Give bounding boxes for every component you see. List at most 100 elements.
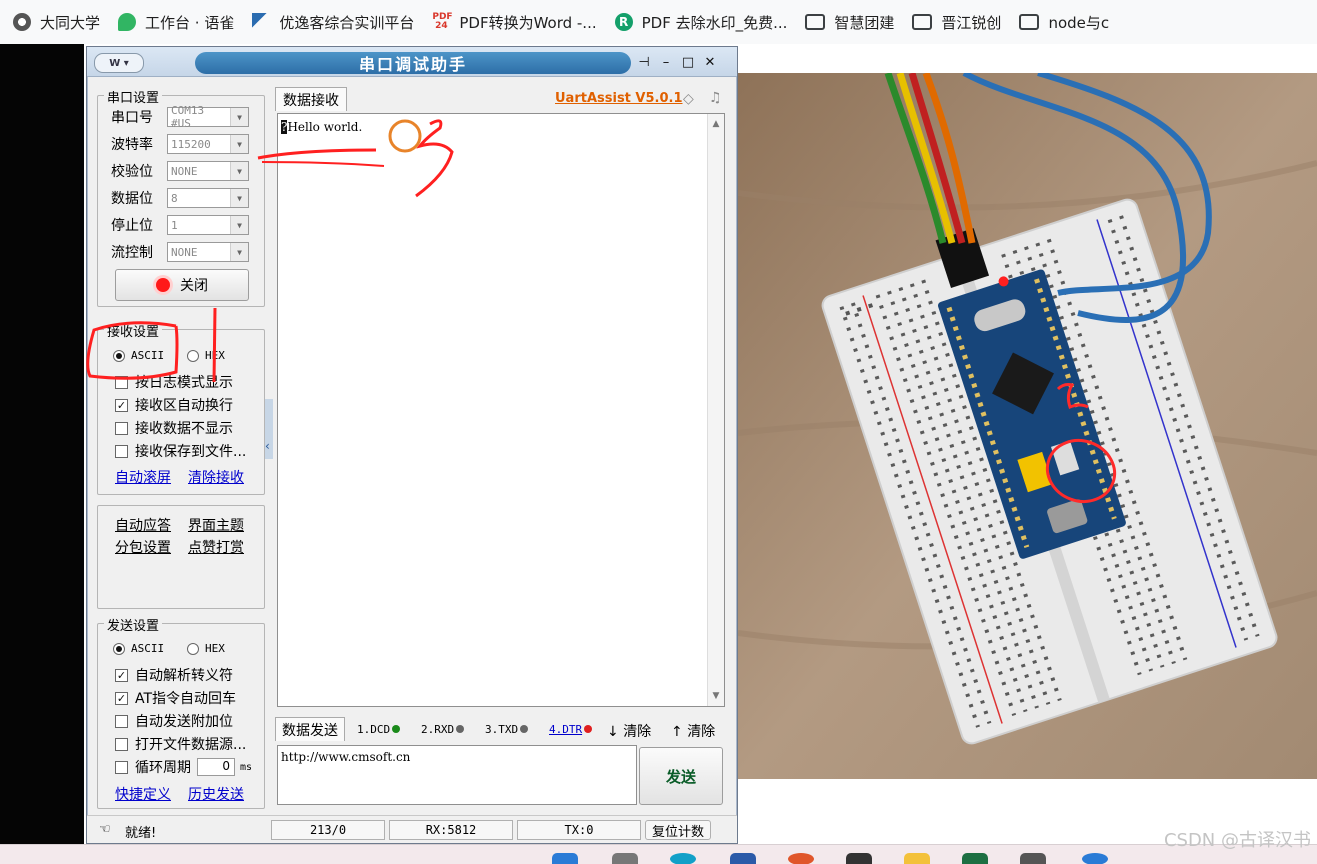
bookmark-label: 优逸客综合实训平台	[279, 13, 415, 32]
bookmark-pdf-watermark[interactable]: R PDF 去除水印_免费...	[606, 6, 797, 38]
history-link[interactable]: 历史发送	[188, 784, 244, 804]
tx-ascii-radio[interactable]: ASCII	[113, 642, 164, 655]
chevron-down-icon: ▼	[230, 216, 248, 234]
tx-count: TX:0	[517, 820, 641, 840]
maximize-button[interactable]: □	[679, 53, 697, 71]
bookmark-pdf2word[interactable]: PDF 24 PDF转换为Word -...	[423, 6, 605, 38]
receive-text-area[interactable]: ?Hello world. ▲ ▼	[277, 113, 725, 707]
tab-data-receive[interactable]: 数据接收	[275, 87, 347, 111]
flow-row: 流控制 NONE ▼	[111, 242, 249, 262]
send-text-area[interactable]: http://www.cmsoft.cn	[277, 745, 637, 805]
at-crlf-checkbox[interactable]: ✓ AT指令自动回车	[115, 688, 236, 708]
radio-checked-icon	[113, 642, 125, 655]
bookmark-folder-jjrc[interactable]: 晋江锐创	[903, 6, 1010, 38]
checkbox-label: 循环周期	[135, 760, 191, 776]
chevron-left-icon[interactable]: ‹	[265, 439, 270, 453]
theme-link[interactable]: 界面主题	[188, 515, 244, 535]
reset-count-button[interactable]: 复位计数	[645, 820, 711, 840]
checkbox-checked-icon: ✓	[115, 398, 128, 412]
packet-settings-link[interactable]: 分包设置	[115, 537, 171, 557]
pdf24-icon: PDF 24	[432, 12, 453, 31]
cycle-period-input[interactable]: 0	[197, 758, 235, 776]
send-button[interactable]: 发送	[639, 747, 723, 805]
led-gray-icon	[520, 725, 529, 733]
radio-label: HEX	[205, 642, 225, 655]
checkbox-checked-icon: ✓	[115, 668, 128, 682]
bookmark-uek[interactable]: 优逸客综合实训平台	[243, 6, 423, 38]
checkbox-unchecked-icon	[115, 421, 128, 435]
diamond-icon[interactable]: ◇	[683, 91, 694, 107]
receive-scrollbar[interactable]: ▲ ▼	[707, 114, 724, 706]
app-icon[interactable]	[730, 853, 756, 864]
status-ready: 就绪!	[125, 826, 157, 841]
bell-icon[interactable]: ♫	[709, 90, 722, 106]
window-title: 串口调试助手	[195, 52, 631, 74]
log-mode-checkbox[interactable]: 按日志模式显示	[115, 372, 233, 392]
baud-select[interactable]: 115200 ▼	[167, 134, 249, 154]
bookmark-folder-zhtj[interactable]: 智慧团建	[796, 6, 903, 38]
uartassist-logo[interactable]: UartAssist V5.0.1	[555, 91, 683, 106]
bookmark-folder-node[interactable]: node与c	[1010, 6, 1118, 38]
system-menu-button[interactable]: W ▾	[94, 53, 144, 73]
chevron-down-icon: ▼	[230, 189, 248, 207]
clear-receive-link[interactable]: 清除接收	[188, 467, 244, 487]
port-select[interactable]: COM13 #US ▼	[167, 104, 249, 130]
edge-icon[interactable]	[670, 853, 696, 864]
open-file-checkbox[interactable]: 打开文件数据源...	[115, 734, 246, 754]
scroll-down-icon[interactable]: ▼	[708, 688, 724, 704]
rx-ascii-radio[interactable]: ASCII	[113, 349, 164, 362]
title-bar[interactable]: W ▾ 串口调试助手 ⊣ – □ ✕	[87, 47, 737, 77]
auto-reply-link[interactable]: 自动应答	[115, 515, 171, 535]
windows-start-icon[interactable]	[552, 853, 578, 864]
breadboard-photo	[738, 73, 1317, 779]
cycle-checkbox[interactable]: 循环周期 0 ms	[115, 757, 252, 777]
tab-data-send[interactable]: 数据发送	[275, 717, 345, 741]
radio-label: HEX	[205, 349, 225, 362]
tx-hex-radio[interactable]: HEX	[187, 642, 225, 655]
status-bar: ☜ 就绪! 213/0 RX:5812 TX:0 复位计数	[87, 815, 737, 843]
close-port-label: 关闭	[180, 278, 208, 294]
shortcut-link[interactable]: 快捷定义	[115, 784, 171, 804]
rx-hex-radio[interactable]: HEX	[187, 349, 225, 362]
stopbits-value: 1	[171, 218, 178, 232]
pin-icon[interactable]: ⊣	[635, 53, 653, 71]
folder-icon[interactable]	[904, 853, 930, 864]
flow-select[interactable]: NONE ▼	[167, 242, 249, 262]
app-icon[interactable]	[846, 853, 872, 864]
radio-checked-icon	[113, 349, 125, 362]
radio-unchecked-icon	[187, 642, 199, 655]
bookmark-label: 大同大学	[40, 13, 101, 32]
stopbits-select[interactable]: 1 ▼	[167, 215, 249, 235]
group-title: 接收设置	[104, 321, 163, 340]
fish-icon	[252, 13, 271, 31]
scroll-up-icon[interactable]: ▲	[708, 116, 724, 132]
red-indicator-icon	[156, 278, 170, 292]
escape-checkbox[interactable]: ✓ 自动解析转义符	[115, 665, 233, 685]
auto-scroll-link[interactable]: 自动滚屏	[115, 467, 171, 487]
clear-send-button[interactable]: ↓ 清除	[607, 721, 651, 741]
append-checkbox[interactable]: 自动发送附加位	[115, 711, 233, 731]
radio-label: ASCII	[131, 642, 165, 655]
excel-icon[interactable]	[962, 853, 988, 864]
close-window-button[interactable]: ✕	[701, 53, 719, 71]
minimize-button[interactable]: –	[657, 53, 675, 71]
open-close-port-button[interactable]: 关闭	[115, 269, 249, 301]
app-icon[interactable]	[1082, 853, 1108, 864]
tip-link[interactable]: 点赞打赏	[188, 537, 244, 557]
hide-data-checkbox[interactable]: 接收数据不显示	[115, 418, 233, 438]
app-icon[interactable]	[788, 853, 814, 864]
dtr-toggle[interactable]: 4.DTR	[549, 723, 593, 736]
save-to-file-checkbox[interactable]: 接收保存到文件...	[115, 441, 246, 461]
auto-wrap-checkbox[interactable]: ✓ 接收区自动换行	[115, 395, 233, 415]
clear-all-button[interactable]: ↑ 清除	[671, 721, 715, 741]
parity-select[interactable]: NONE ▼	[167, 161, 249, 181]
chevron-down-icon: ▼	[230, 135, 248, 153]
bookmark-datong[interactable]: 大同大学	[4, 6, 109, 38]
search-icon[interactable]	[612, 853, 638, 864]
app-icon[interactable]	[1020, 853, 1046, 864]
databits-select[interactable]: 8 ▼	[167, 188, 249, 208]
checkbox-label: 接收数据不显示	[135, 421, 233, 437]
cycle-unit: ms	[240, 761, 253, 773]
bookmark-yuque[interactable]: 工作台 · 语雀	[109, 6, 243, 38]
folder-icon	[805, 14, 826, 30]
